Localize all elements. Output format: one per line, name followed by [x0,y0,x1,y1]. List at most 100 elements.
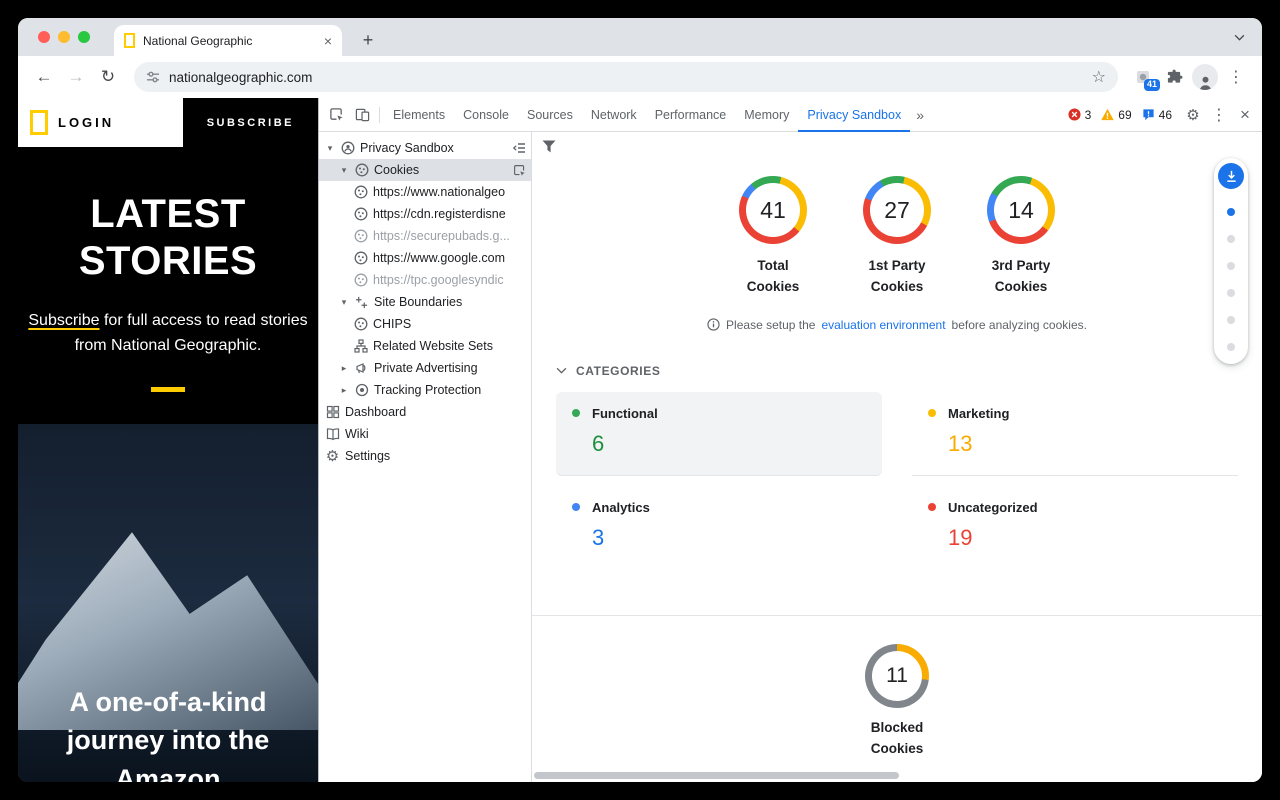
device-toolbar-button[interactable] [349,102,375,128]
warnings-badge[interactable]: 69 [1101,108,1131,122]
tree-item-related-website-sets[interactable]: Related Website Sets [319,335,531,357]
natgeo-logo-icon [30,110,48,135]
minimize-window-button[interactable] [58,31,70,43]
tree-item-chips[interactable]: CHIPS [319,313,531,335]
wiki-book-icon [325,427,340,442]
tab-strip: National Geographic × + [18,18,1262,56]
category-analytics[interactable]: Analytics 3 [556,486,882,569]
section-nav-dot[interactable] [1227,208,1235,216]
devtools-settings-button[interactable]: ⚙ [1180,102,1206,128]
subscribe-button[interactable]: SUBSCRIBE [183,98,318,147]
download-report-button[interactable] [1218,163,1244,189]
url-text[interactable]: nationalgeographic.com [169,70,1083,85]
tree-item-settings[interactable]: ⚙ Settings [319,445,531,467]
devtools-menu-button[interactable]: ⋮ [1206,102,1232,128]
issues-count: 46 [1159,108,1172,122]
browser-tab[interactable]: National Geographic × [114,25,342,56]
tree-item-dashboard[interactable]: Dashboard [319,401,531,423]
section-nav-dot[interactable] [1227,235,1235,243]
privacy-sandbox-extension-button[interactable]: 41 [1130,64,1156,90]
privacy-sandbox-tree: ▾ Privacy Sandbox ▾ [319,132,532,782]
inspect-cookies-icon[interactable] [513,164,526,177]
section-nav-dot[interactable] [1227,316,1235,324]
tree-item-privacy-sandbox[interactable]: ▾ Privacy Sandbox [319,137,531,159]
login-link[interactable]: LOGIN [58,115,114,130]
section-nav-dot[interactable] [1227,289,1235,297]
errors-badge[interactable]: 3 [1068,108,1092,122]
tab-sources[interactable]: Sources [518,98,582,132]
tree-item-url[interactable]: https://securepubads.g... [319,225,531,247]
tab-title: National Geographic [143,34,316,48]
maximize-window-button[interactable] [78,31,90,43]
total-cookies-donut: 41 [739,176,807,244]
related-website-sets-icon [353,339,368,354]
tab-memory[interactable]: Memory [735,98,798,132]
tree-item-url[interactable]: https://tpc.googlesyndic [319,269,531,291]
tab-performance[interactable]: Performance [646,98,736,132]
browser-menu-button[interactable]: ⋮ [1222,63,1250,91]
subscribe-text-link[interactable]: Subscribe [28,312,99,329]
tree-item-wiki[interactable]: Wiki [319,423,531,445]
puzzle-icon [1166,69,1183,86]
section-nav-dot[interactable] [1227,262,1235,270]
tree-label: Privacy Sandbox [360,141,507,155]
tree-item-site-boundaries[interactable]: ▾ Site Boundaries [319,291,531,313]
cookies-report-panel: 41 Total Cookies 27 [532,132,1262,782]
tree-item-url[interactable]: https://www.google.com [319,247,531,269]
expand-arrow-icon[interactable]: ▾ [325,143,335,154]
collapsed-arrow-icon[interactable]: ▸ [339,363,349,374]
site-settings-icon[interactable] [146,70,160,84]
tree-item-cookies[interactable]: ▾ Cookies [319,159,531,181]
inspect-element-button[interactable] [323,102,349,128]
first-party-cookies-label: 1st Party Cookies [863,256,931,298]
blocked-cookies-stat: 11 Blocked Cookies [532,644,1262,760]
site-header: LOGIN SUBSCRIBE [18,98,318,147]
tab-console[interactable]: Console [454,98,518,132]
issues-badge[interactable]: 46 [1142,108,1172,122]
tree-item-private-advertising[interactable]: ▸ Private Advertising [319,357,531,379]
category-label: Marketing [948,406,1009,421]
tracking-protection-icon [354,383,369,398]
extensions-puzzle-button[interactable] [1160,63,1188,91]
chevron-down-icon [556,367,567,374]
tree-item-url[interactable]: https://www.nationalgeo [319,181,531,203]
category-uncategorized[interactable]: Uncategorized 19 [912,486,1238,569]
tree-item-url[interactable]: https://cdn.registerdisne [319,203,531,225]
tab-close-icon[interactable]: × [324,34,332,48]
third-party-cookies-donut: 14 [987,176,1055,244]
expand-arrow-icon[interactable]: ▾ [339,165,349,176]
profile-avatar[interactable] [1192,64,1218,90]
category-functional[interactable]: Functional 6 [556,392,882,476]
tree-item-tracking-protection[interactable]: ▸ Tracking Protection [319,379,531,401]
intro-text: Subscribe for full access to read storie… [26,309,310,359]
filter-funnel-icon[interactable] [542,140,556,158]
address-bar[interactable]: nationalgeographic.com ☆ [134,62,1118,92]
more-tabs-button[interactable]: » [910,107,930,123]
tab-search-button[interactable] [1228,26,1250,48]
tab-network[interactable]: Network [582,98,646,132]
new-tab-button[interactable]: + [356,28,380,52]
horizontal-scrollbar[interactable] [534,772,899,779]
first-party-cookies-donut: 27 [863,176,931,244]
tree-label: Related Website Sets [373,339,526,353]
category-marketing[interactable]: Marketing 13 [912,392,1238,476]
reload-button[interactable]: ↻ [94,63,122,91]
categories-header[interactable]: CATEGORIES [556,364,1238,378]
forward-button[interactable]: → [62,63,90,91]
cookie-count-badge: 41 [1144,79,1160,91]
tab-elements[interactable]: Elements [384,98,454,132]
info-text-suffix: before analyzing cookies. [952,318,1087,332]
tab-privacy-sandbox[interactable]: Privacy Sandbox [798,98,910,132]
devtools-close-button[interactable]: × [1232,102,1258,128]
info-icon [707,318,720,331]
bookmark-star-icon[interactable]: ☆ [1092,67,1106,87]
collapsed-arrow-icon[interactable]: ▸ [339,385,349,396]
close-window-button[interactable] [38,31,50,43]
collapse-panel-icon[interactable] [512,142,526,154]
setup-info-row: Please setup the evaluation environment … [532,318,1262,332]
evaluation-environment-link[interactable]: evaluation environment [821,318,945,332]
section-nav-dot[interactable] [1227,343,1235,351]
cookie-summary: 41 Total Cookies 27 [532,176,1262,298]
expand-arrow-icon[interactable]: ▾ [339,297,349,308]
back-button[interactable]: ← [30,63,58,91]
